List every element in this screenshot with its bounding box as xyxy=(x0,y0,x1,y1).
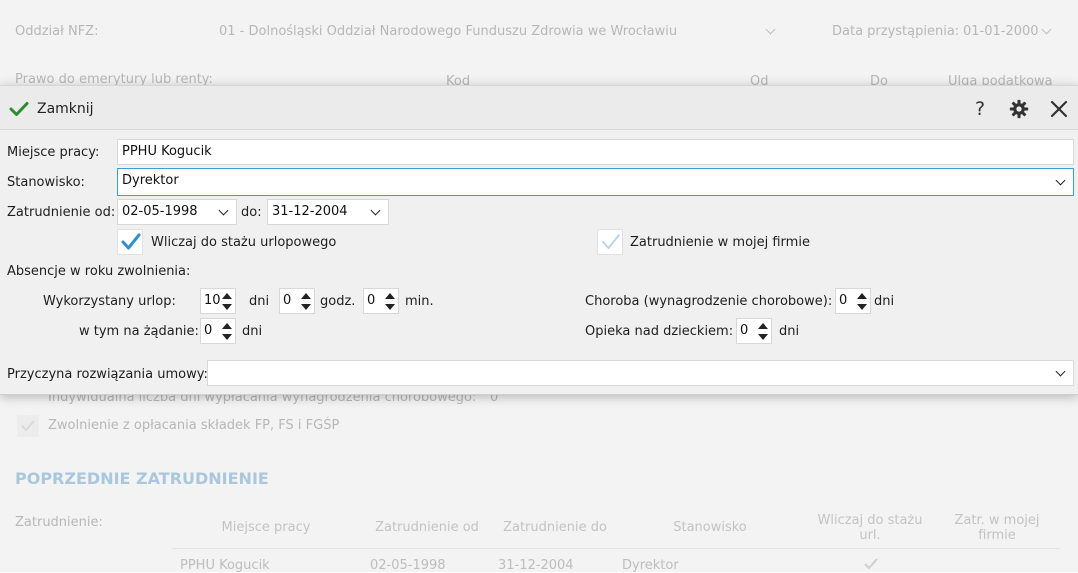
zatrudnienie-od-datepicker[interactable]: 02-05-1998 xyxy=(117,199,237,225)
choroba-unit: dni xyxy=(874,294,895,309)
urlop-godz-unit: godz. xyxy=(320,294,356,309)
gear-icon xyxy=(1009,99,1029,119)
chevron-down-icon xyxy=(218,205,229,216)
zatrudnienie-od-value: 02-05-1998 xyxy=(122,204,198,219)
bg-data-przystapienia-select: 01-01-2000 xyxy=(963,24,1039,39)
bg-oddzial-label: Oddział NFZ: xyxy=(15,24,99,39)
stepper-arrows-icon[interactable] xyxy=(222,292,232,310)
bg-zwolnienie-label: Zwolnienie z opłacania składek FP, FS i … xyxy=(48,418,340,433)
bg-zwolnienie-checkbox xyxy=(17,415,39,437)
bg-th-zatr-mojej: Zatr. w mojej firmie xyxy=(954,513,1040,543)
bg-data-chevron-icon xyxy=(1041,24,1052,35)
stepper-arrows-icon[interactable] xyxy=(222,322,232,340)
na-zadanie-label: w tym na żądanie: xyxy=(79,324,199,339)
choroba-value: 0 xyxy=(839,293,848,308)
urlop-min-unit: min. xyxy=(405,294,434,309)
absencje-label: Absencje w roku zwolnienia: xyxy=(7,264,191,279)
stepper-arrows-icon[interactable] xyxy=(385,292,395,310)
na-zadanie-unit: dni xyxy=(242,324,263,339)
bg-oddzial-select: 01 - Dolnośląski Oddział Narodowego Fund… xyxy=(219,24,678,39)
chevron-down-icon xyxy=(370,205,381,216)
wliczaj-label: Wliczaj do stażu urlopowego xyxy=(151,235,337,250)
zatrudnienie-do-datepicker[interactable]: 31-12-2004 xyxy=(267,199,389,225)
bg-section-heading: POPRZEDNIE ZATRUDNIENIE xyxy=(15,469,269,488)
bg-td-zatr-do: 31-12-2004 xyxy=(498,558,574,573)
opieka-stepper[interactable]: 0 xyxy=(736,318,772,344)
close-button-label: Zamknij xyxy=(37,101,94,117)
opieka-value: 0 xyxy=(740,323,749,338)
stepper-arrows-icon[interactable] xyxy=(301,292,311,310)
settings-button[interactable] xyxy=(1007,97,1031,121)
help-button[interactable]: ? xyxy=(968,97,992,121)
bg-th-stanowisko: Stanowisko xyxy=(673,520,747,535)
urlop-dni-unit: dni xyxy=(249,294,270,309)
bg-oddzial-chevron-icon xyxy=(765,24,776,35)
check-icon xyxy=(121,233,141,250)
bg-th-zatr-od: Zatrudnienie od xyxy=(375,520,479,535)
bg-td-miejsce: PPHU Kogucik xyxy=(180,558,270,573)
bg-td-check-icon xyxy=(864,558,878,570)
na-zadanie-stepper[interactable]: 0 xyxy=(200,318,236,344)
dialog-header: Zamknij ? xyxy=(0,86,1078,130)
unchecked-faded-check-icon xyxy=(602,234,620,249)
urlop-godz-stepper[interactable]: 0 xyxy=(279,288,315,314)
stanowisko-value: Dyrektor xyxy=(122,173,179,188)
wliczaj-checkbox[interactable] xyxy=(117,229,143,255)
chevron-down-icon xyxy=(1055,175,1066,186)
przyczyna-label: Przyczyna rozwiązania umowy: xyxy=(7,367,208,382)
bg-zatrudnienie-label: Zatrudnienie: xyxy=(15,515,103,530)
bg-table-divider xyxy=(172,548,1060,549)
bg-th-miejsce: Miejsce pracy xyxy=(221,520,311,535)
check-icon xyxy=(9,102,29,116)
na-zadanie-value: 0 xyxy=(204,323,213,338)
bg-th-zatr-do: Zatrudnienie do xyxy=(503,520,607,535)
chevron-down-icon xyxy=(1055,366,1066,377)
urlop-min-stepper[interactable]: 0 xyxy=(363,288,399,314)
urlop-min-value: 0 xyxy=(367,293,376,308)
bg-td-stanowisko: Dyrektor xyxy=(622,558,679,573)
urlop-godz-value: 0 xyxy=(283,293,292,308)
miejsce-pracy-label: Miejsce pracy: xyxy=(7,145,100,160)
zatrudnienie-do-value: 31-12-2004 xyxy=(272,204,348,219)
przyczyna-select[interactable] xyxy=(207,360,1074,386)
zatrudnienie-w-mojej-firmie-checkbox[interactable] xyxy=(597,229,623,255)
zatrudnienie-w-mojej-firmie-label: Zatrudnienie w mojej firmie xyxy=(630,235,810,250)
close-x-button[interactable] xyxy=(1047,97,1071,121)
edit-employment-dialog: Zamknij ? Miejsce pracy: PPHU Kogucik St… xyxy=(0,85,1078,395)
miejsce-pracy-value: PPHU Kogucik xyxy=(122,144,212,159)
close-icon xyxy=(1050,100,1068,118)
bg-th-wliczaj: Wliczaj do stażu url. xyxy=(817,513,923,543)
help-icon: ? xyxy=(974,98,986,120)
stanowisko-label: Stanowisko: xyxy=(7,175,85,190)
stepper-arrows-icon[interactable] xyxy=(758,322,768,340)
opieka-label: Opieka nad dzieckiem: xyxy=(585,324,734,339)
zatrudnienie-od-label: Zatrudnienie od: xyxy=(7,205,116,220)
stanowisko-select[interactable]: Dyrektor xyxy=(117,168,1074,196)
bg-td-zatr-od: 02-05-1998 xyxy=(370,558,446,573)
stepper-arrows-icon[interactable] xyxy=(857,292,867,310)
choroba-stepper[interactable]: 0 xyxy=(835,288,871,314)
bg-data-przystapienia-label: Data przystąpienia: xyxy=(832,24,960,39)
close-button[interactable]: Zamknij xyxy=(9,98,94,120)
faded-check-icon xyxy=(21,420,35,432)
opieka-unit: dni xyxy=(779,324,800,339)
miejsce-pracy-input[interactable]: PPHU Kogucik xyxy=(117,139,1074,165)
choroba-label: Choroba (wynagrodzenie chorobowe): xyxy=(585,294,833,309)
zatrudnienie-do-label: do: xyxy=(241,205,262,220)
urlop-dni-stepper[interactable]: 10 xyxy=(200,288,236,314)
urlop-dni-value: 10 xyxy=(204,293,221,308)
wykorzystany-urlop-label: Wykorzystany urlop: xyxy=(43,294,176,309)
